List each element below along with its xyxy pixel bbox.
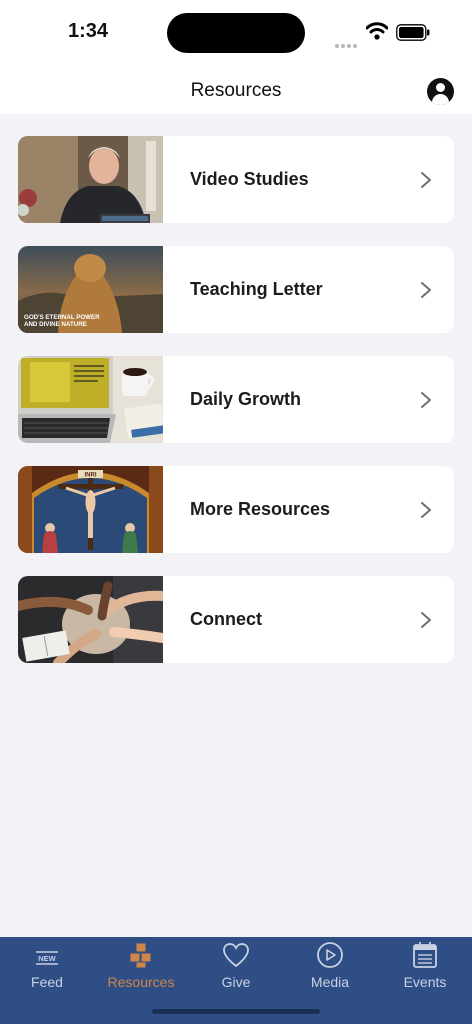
connect-thumbnail bbox=[18, 576, 163, 663]
dynamic-island bbox=[167, 13, 305, 53]
tab-label: Feed bbox=[31, 974, 63, 990]
boxes-icon bbox=[129, 942, 152, 969]
resource-card-connect[interactable]: Connect bbox=[18, 576, 454, 663]
tab-label: Resources bbox=[107, 974, 175, 990]
video-studies-thumbnail bbox=[18, 136, 163, 223]
teaching-letter-thumbnail: GOD'S ETERNAL POWER AND DIVINE NATURE bbox=[18, 246, 163, 333]
resource-label: Connect bbox=[190, 609, 262, 629]
chevron-right-icon bbox=[421, 612, 431, 628]
chevron-right-icon bbox=[421, 172, 431, 188]
cellular-signal-icon bbox=[335, 35, 359, 53]
resource-label: More Resources bbox=[190, 499, 331, 519]
resource-card-teaching-letter[interactable]: GOD'S ETERNAL POWER AND DIVINE NATURE Tea… bbox=[18, 246, 454, 333]
tab-media[interactable]: Media bbox=[283, 937, 377, 997]
resource-label: Daily Growth bbox=[190, 389, 302, 409]
tab-label: Media bbox=[310, 974, 350, 990]
wifi-icon bbox=[366, 22, 388, 40]
resource-card-more-resources[interactable]: INRI More Resources bbox=[18, 466, 454, 553]
calendar-icon bbox=[413, 942, 437, 968]
new-feed-icon: NEW bbox=[36, 951, 58, 965]
status-bar: 1:34 bbox=[0, 0, 472, 64]
resource-card-video-studies[interactable]: Video Studies bbox=[18, 136, 454, 223]
chevron-right-icon bbox=[421, 502, 431, 518]
page-title: Resources bbox=[190, 80, 282, 101]
tab-feed[interactable]: NEW Feed bbox=[0, 937, 94, 997]
resource-label: Video Studies bbox=[190, 169, 309, 189]
profile-icon[interactable] bbox=[427, 78, 454, 105]
resources-list: Video Studies GOD'S ETERNAL POWER AND DIV… bbox=[18, 136, 454, 686]
chevron-right-icon bbox=[421, 392, 431, 408]
tab-resources[interactable]: Resources bbox=[94, 937, 188, 997]
daily-growth-thumbnail bbox=[18, 356, 163, 443]
home-indicator bbox=[152, 1009, 320, 1014]
feed-new-badge: NEW bbox=[38, 954, 56, 963]
status-time: 1:34 bbox=[68, 20, 109, 42]
tab-label: Give bbox=[221, 974, 251, 990]
more-resources-thumbnail: INRI bbox=[18, 466, 163, 553]
chevron-right-icon bbox=[421, 282, 431, 298]
play-circle-icon bbox=[317, 942, 343, 968]
thumbnail-caption: INRI bbox=[85, 473, 97, 479]
navigation-bar: Resources bbox=[0, 64, 472, 114]
tab-events[interactable]: Events bbox=[378, 937, 472, 997]
tab-label: Events bbox=[403, 974, 447, 990]
resource-label: Teaching Letter bbox=[190, 279, 323, 299]
tab-give[interactable]: Give bbox=[189, 937, 283, 997]
battery-icon bbox=[396, 24, 430, 41]
heart-icon bbox=[223, 943, 249, 968]
resource-card-daily-growth[interactable]: Daily Growth bbox=[18, 356, 454, 443]
